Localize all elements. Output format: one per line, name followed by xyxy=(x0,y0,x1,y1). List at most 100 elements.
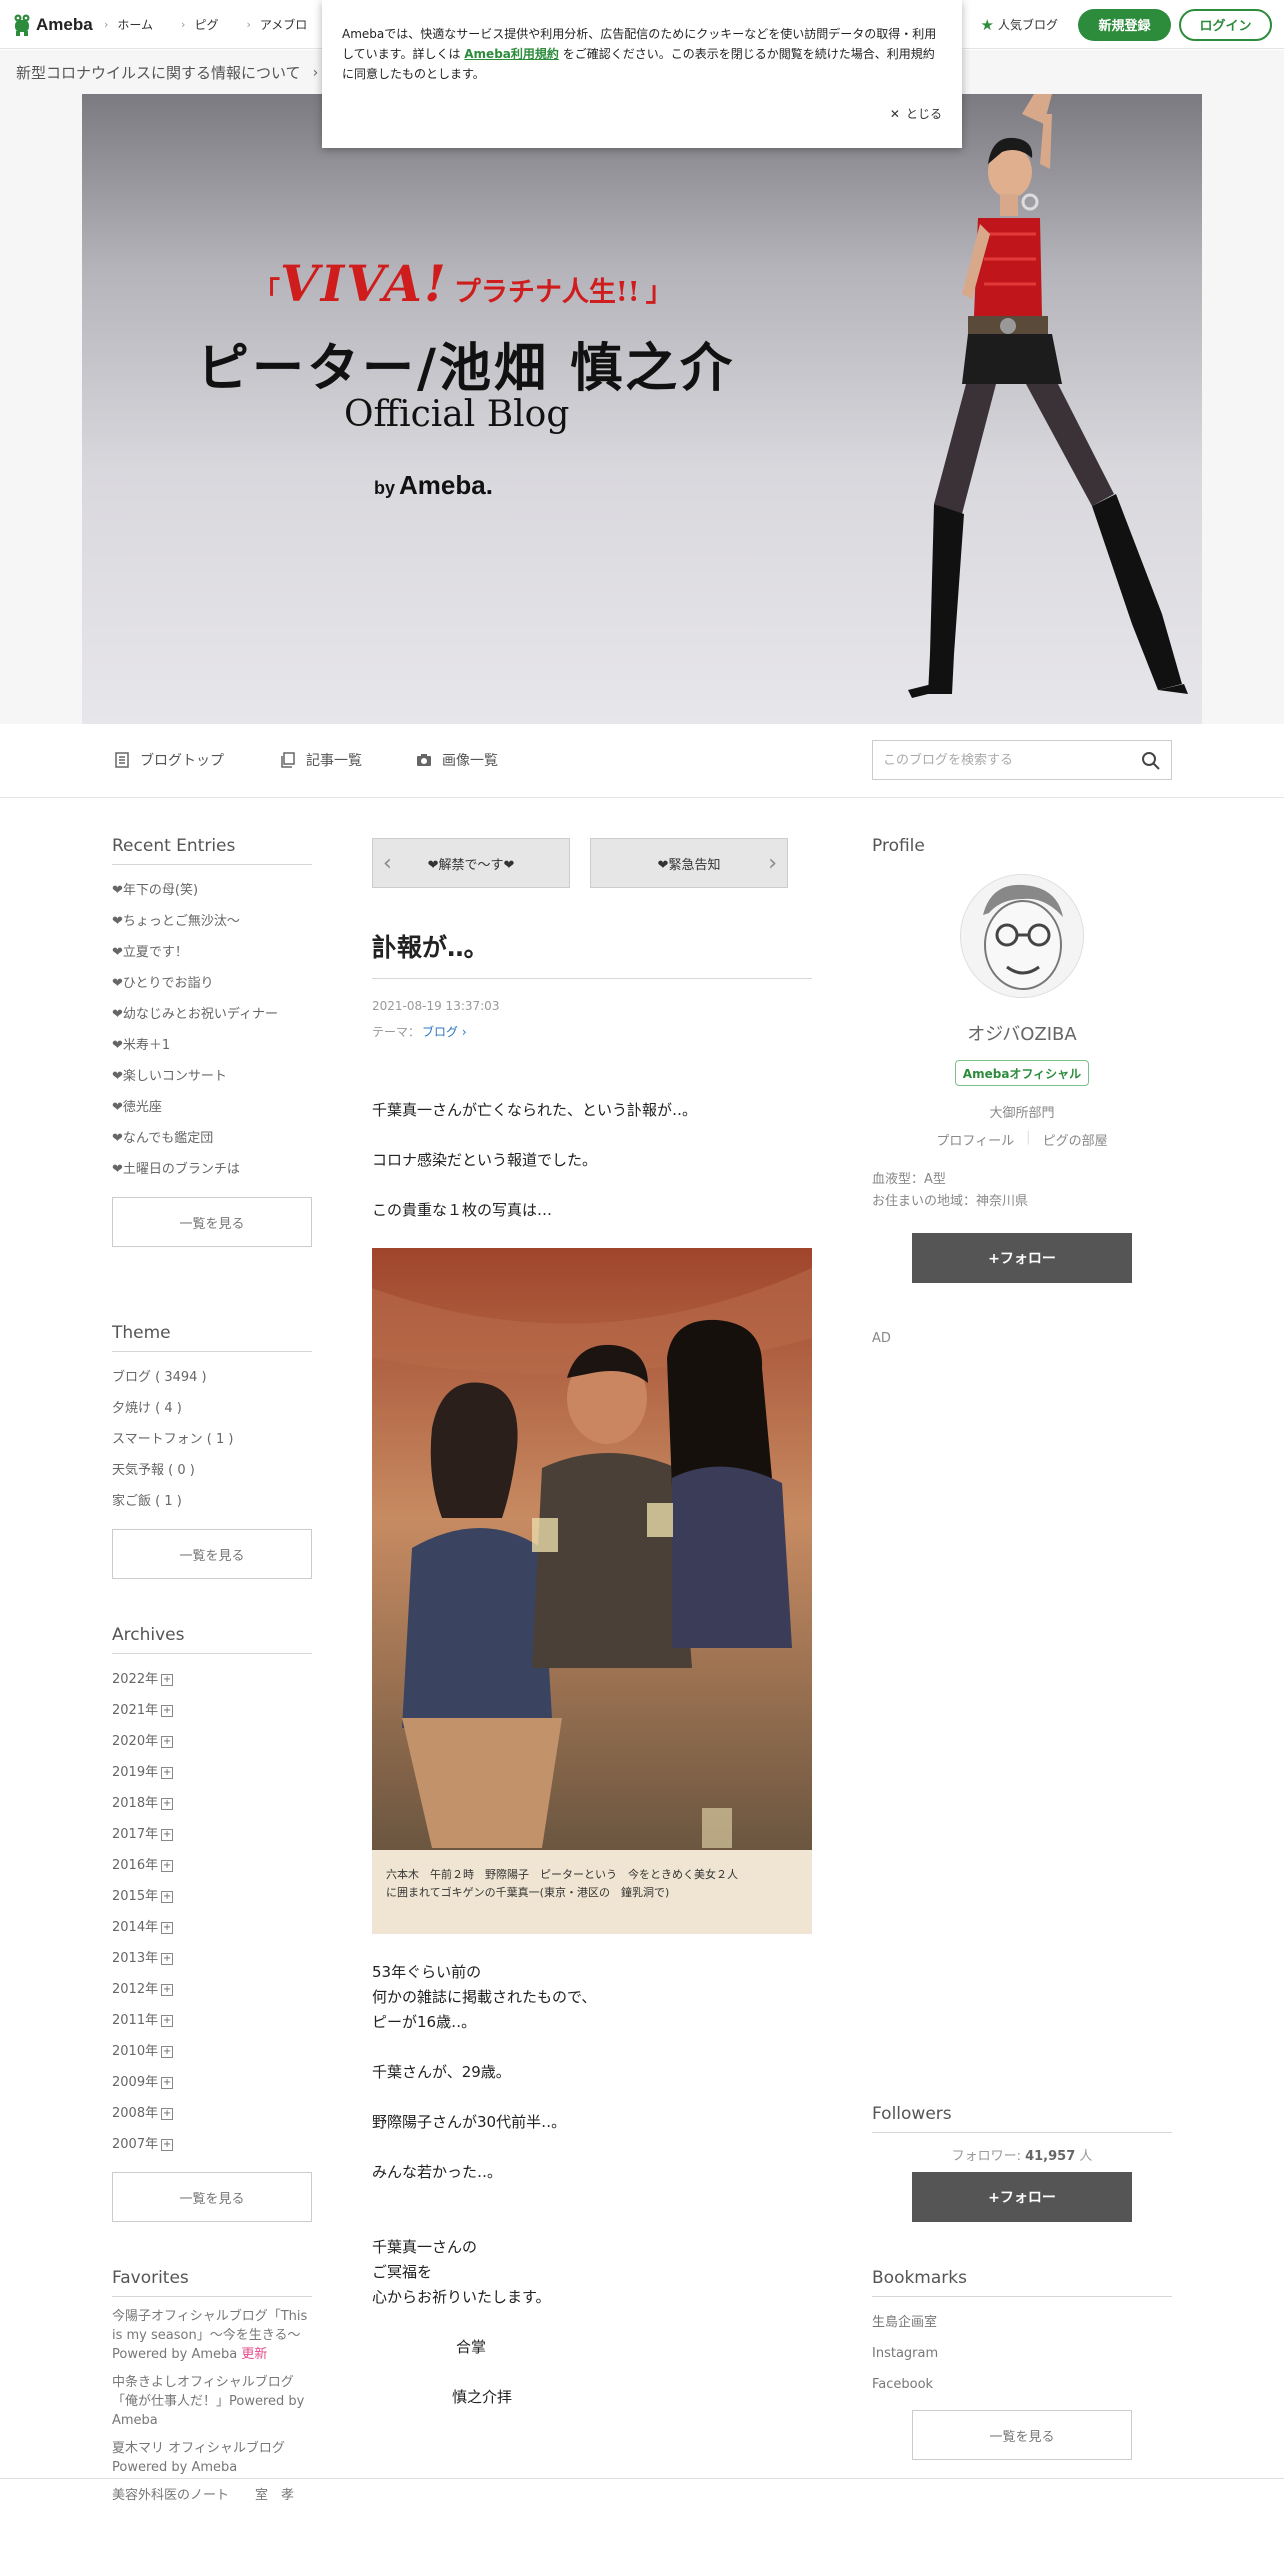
profile-avatar[interactable] xyxy=(960,874,1084,998)
cookie-close-label: とじる xyxy=(905,107,942,121)
expand-plus-icon[interactable]: + xyxy=(161,1859,174,1872)
search-icon[interactable] xyxy=(1141,751,1161,771)
expand-plus-icon[interactable]: + xyxy=(161,2045,174,2058)
copy-icon xyxy=(281,752,295,768)
expand-plus-icon[interactable]: + xyxy=(161,2076,174,2089)
recent-entry-item[interactable]: ❤幼なじみとお祝いディナー xyxy=(112,999,312,1030)
chevron-right-icon: › xyxy=(246,18,251,31)
archive-item[interactable]: 2022年 + xyxy=(112,1664,312,1695)
theme-item[interactable]: 夕焼け ( 4 ) xyxy=(112,1393,312,1424)
covid-info-link[interactable]: 新型コロナウイルスに関する情報について › xyxy=(16,62,318,83)
entry-list-link[interactable]: 記事一覧 xyxy=(280,750,362,770)
register-button[interactable]: 新規登録 xyxy=(1078,8,1171,41)
favorite-item[interactable]: 夏木マリ オフィシャルブログ Powered by Ameba xyxy=(112,2439,312,2477)
bookmark-item[interactable]: Instagram xyxy=(872,2338,1172,2369)
theme-item[interactable]: 天気予報 ( 0 ) xyxy=(112,1455,312,1486)
vintage-photo-image xyxy=(372,1248,812,1934)
image-list-link[interactable]: 画像一覧 xyxy=(416,750,498,770)
archive-year: 2015年 xyxy=(112,1889,159,1904)
favorite-item[interactable]: 美容外科医のノート 室 孝 xyxy=(112,2486,312,2505)
archive-item[interactable]: 2013年 + xyxy=(112,1943,312,1974)
expand-plus-icon[interactable]: + xyxy=(161,1704,174,1717)
bookmark-item[interactable]: 生島企画室 xyxy=(872,2307,1172,2338)
recent-entry-item[interactable]: ❤土曜日のブランチは xyxy=(112,1154,312,1185)
archive-item[interactable]: 2010年 + xyxy=(112,2036,312,2067)
archive-item[interactable]: 2008年 + xyxy=(112,2098,312,2129)
bookmark-item[interactable]: Facebook xyxy=(872,2369,1172,2400)
blog-header-banner[interactable]: 「VIVA! プラチナ人生!!」 ピーター/池畑 慎之介 Official Blo… xyxy=(82,94,1202,724)
expand-plus-icon[interactable]: + xyxy=(161,1890,174,1903)
nav-ameblo[interactable]: › アメブロ xyxy=(246,16,307,33)
expand-plus-icon[interactable]: + xyxy=(161,1797,174,1810)
expand-plus-icon[interactable]: + xyxy=(161,1952,174,1965)
blog-top-link[interactable]: ブログトップ xyxy=(114,750,224,770)
favorite-item[interactable]: 今陽子オフィシャルブログ「This is my season」～今を生きる～Po… xyxy=(112,2307,312,2364)
prev-entry-label: ❤解禁で～す❤ xyxy=(427,857,515,873)
recent-entry-item[interactable]: ❤立夏です！ xyxy=(112,937,312,968)
expand-plus-icon[interactable]: + xyxy=(161,2107,174,2120)
archive-item[interactable]: 2016年 + xyxy=(112,1850,312,1881)
expand-plus-icon[interactable]: + xyxy=(161,1983,174,1996)
theme-item[interactable]: 家ご飯 ( 1 ) xyxy=(112,1486,312,1517)
favorite-item-label: 美容外科医のノート 室 孝 xyxy=(112,2488,295,2503)
blog-search-input[interactable] xyxy=(883,752,1123,768)
login-button[interactable]: ログイン xyxy=(1179,8,1272,41)
terms-link[interactable]: Ameba利用規約 xyxy=(464,47,559,61)
next-entry-button[interactable]: ❤緊急告知 › xyxy=(590,838,788,888)
archive-item[interactable]: 2011年 + xyxy=(112,2005,312,2036)
banner-title: ピーター/池畑 慎之介 xyxy=(197,338,736,399)
recent-entry-item[interactable]: ❤ちょっとご無沙汰～ xyxy=(112,906,312,937)
profile-link[interactable]: プロフィール xyxy=(936,1130,1014,1149)
ameba-logo[interactable]: Ameba xyxy=(12,12,93,38)
archives-more-button[interactable]: 一覧を見る xyxy=(112,2172,312,2222)
recent-more-button[interactable]: 一覧を見る xyxy=(112,1197,312,1247)
nav-pigg[interactable]: › ピグ xyxy=(181,16,218,33)
expand-plus-icon[interactable]: + xyxy=(161,2138,174,2151)
prev-entry-button[interactable]: ‹ ❤解禁で～す❤ xyxy=(372,838,570,888)
expand-plus-icon[interactable]: + xyxy=(161,1735,174,1748)
recent-entry-item[interactable]: ❤なんでも鑑定団 xyxy=(112,1123,312,1154)
banner-subtitle: Official Blog xyxy=(344,394,570,435)
archive-item[interactable]: 2017年 + xyxy=(112,1819,312,1850)
archive-item[interactable]: 2015年 + xyxy=(112,1881,312,1912)
archive-item[interactable]: 2021年 + xyxy=(112,1695,312,1726)
entry-theme-link[interactable]: ブログ › xyxy=(422,1023,467,1040)
recent-entry-item[interactable]: ❤徳光座 xyxy=(112,1092,312,1123)
cookie-consent-dialog: Amebaでは、快適なサービス提供や利用分析、広告配信のためにクッキーなどを使い… xyxy=(322,0,962,148)
archive-item[interactable]: 2012年 + xyxy=(112,1974,312,2005)
expand-plus-icon[interactable]: + xyxy=(161,1673,174,1686)
archive-item[interactable]: 2020年 + xyxy=(112,1726,312,1757)
theme-item[interactable]: ブログ ( 3494 ) xyxy=(112,1362,312,1393)
archive-item[interactable]: 2014年 + xyxy=(112,1912,312,1943)
expand-plus-icon[interactable]: + xyxy=(161,1766,174,1779)
pigg-room-link[interactable]: ピグの部屋 xyxy=(1043,1130,1108,1149)
bookmarks-more-button[interactable]: 一覧を見る xyxy=(912,2410,1132,2460)
archive-item[interactable]: 2019年 + xyxy=(112,1757,312,1788)
archive-year: 2012年 xyxy=(112,1982,159,1997)
theme-more-button[interactable]: 一覧を見る xyxy=(112,1529,312,1579)
favorite-item[interactable]: 中条きよしオフィシャルブログ「俺が仕事人だ！」Powered by Ameba xyxy=(112,2373,312,2430)
document-icon xyxy=(115,752,129,768)
entry-paragraph: みんな若かった‥。 xyxy=(372,2163,503,2181)
cookie-close-button[interactable]: ✕ とじる xyxy=(890,105,942,122)
banner-by-ameba: by Ameba. xyxy=(374,470,493,501)
archive-item[interactable]: 2018年 + xyxy=(112,1788,312,1819)
entry-photo[interactable]: 六本木 午前２時 野際陽子 ピーターという 今をときめく美女２人 に囲まれてゴキ… xyxy=(372,1248,812,1934)
theme-item[interactable]: スマートフォン ( 1 ) xyxy=(112,1424,312,1455)
recent-entry-item[interactable]: ❤楽しいコンサート xyxy=(112,1061,312,1092)
blog-search-box xyxy=(872,740,1172,780)
recent-entry-item[interactable]: ❤ひとりでお詣り xyxy=(112,968,312,999)
recent-entry-item[interactable]: ❤米寿＋1 xyxy=(112,1030,312,1061)
recent-entry-item[interactable]: ❤年下の母(笑) xyxy=(112,875,312,906)
archive-item[interactable]: 2009年 + xyxy=(112,2067,312,2098)
nav-home[interactable]: › ホーム xyxy=(104,16,153,33)
expand-plus-icon[interactable]: + xyxy=(161,2014,174,2027)
popular-blog-link[interactable]: ★ 人気ブログ xyxy=(981,16,1058,34)
expand-plus-icon[interactable]: + xyxy=(161,1828,174,1841)
archive-item[interactable]: 2007年 + xyxy=(112,2129,312,2160)
follow-button[interactable]: +フォロー xyxy=(912,1233,1132,1283)
theme-list: ブログ ( 3494 ) 夕焼け ( 4 ) スマートフォン ( 1 ) 天気予… xyxy=(112,1362,312,1517)
official-badge: Amebaオフィシャル xyxy=(955,1060,1089,1086)
expand-plus-icon[interactable]: + xyxy=(161,1921,174,1934)
follow-button-secondary[interactable]: +フォロー xyxy=(912,2172,1132,2222)
